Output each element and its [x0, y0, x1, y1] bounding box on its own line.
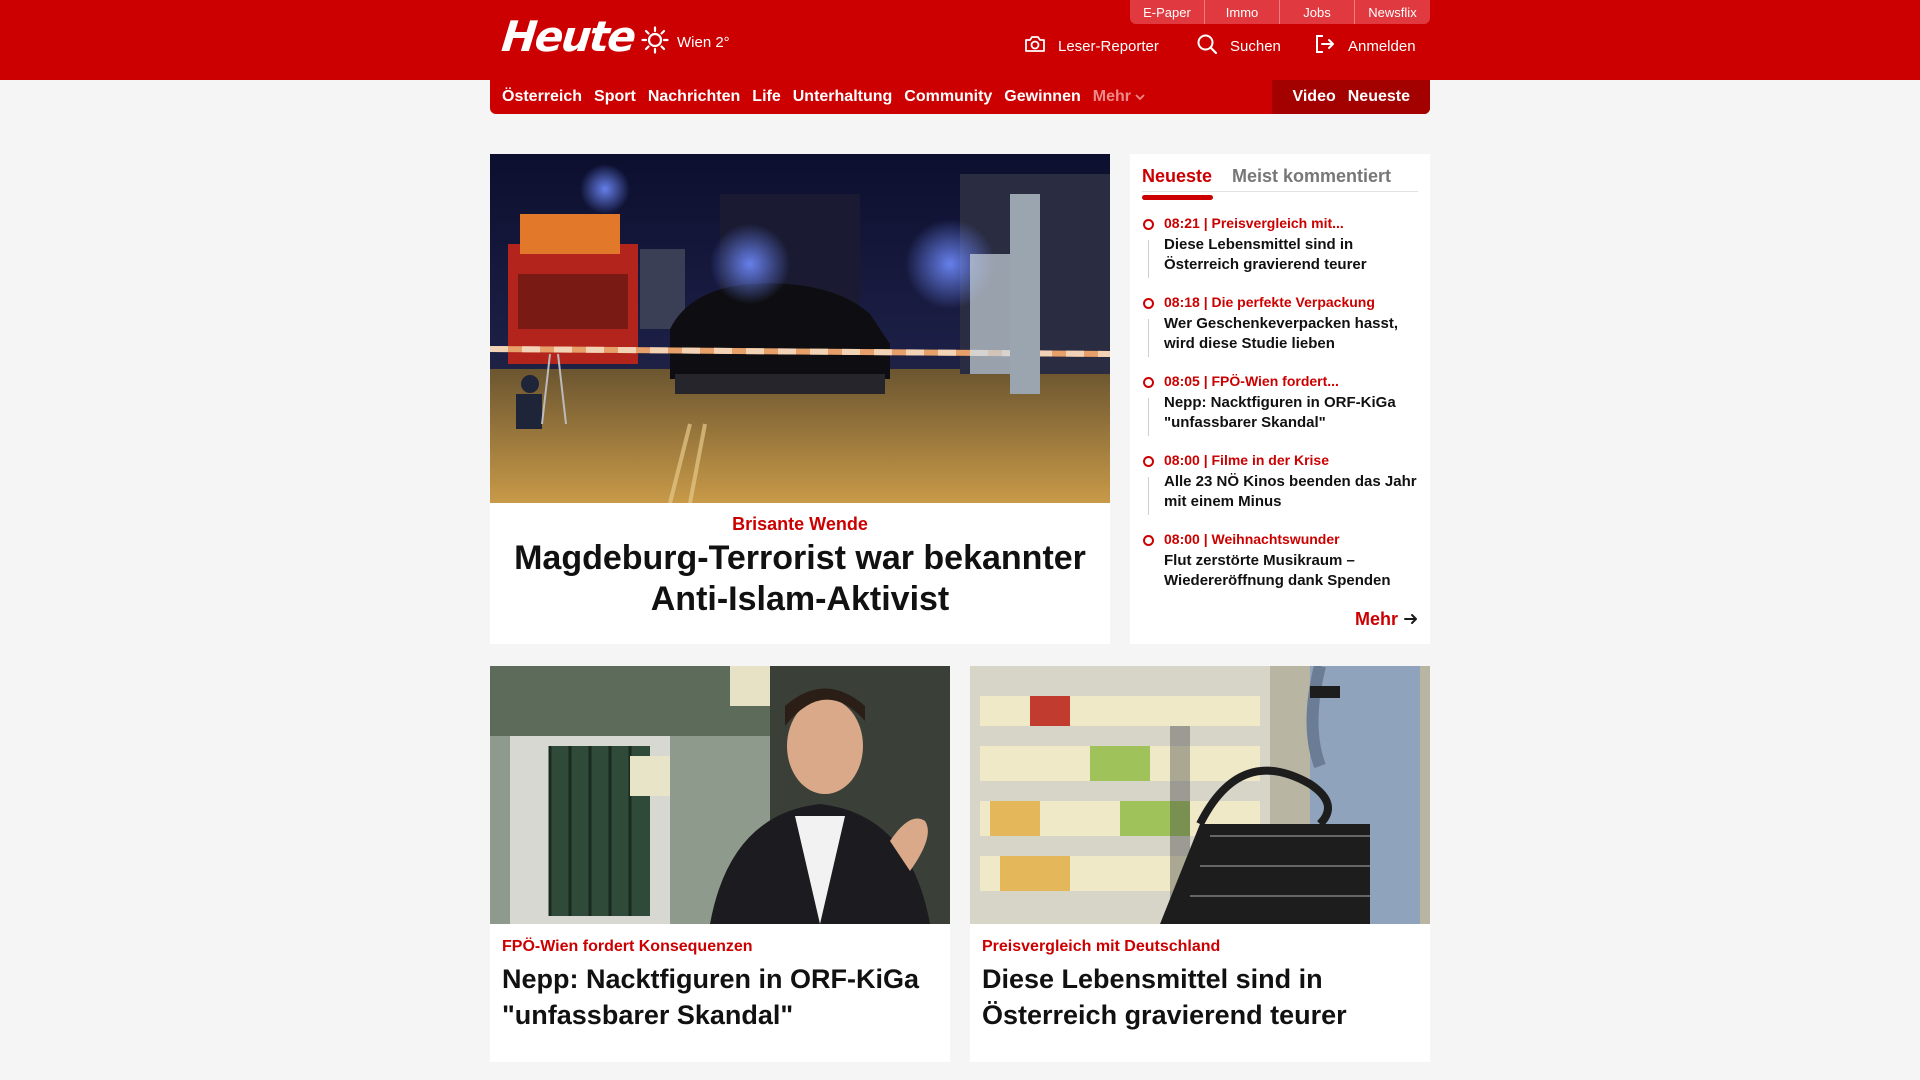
service-tabs: E-Paper Immo Jobs Newsflix: [1130, 0, 1430, 24]
article-card[interactable]: Preisvergleich mit Deutschland Diese Leb…: [970, 666, 1430, 1062]
card-headline[interactable]: Nepp: Nacktfiguren in ORF-KiGa "unfassba…: [502, 961, 932, 1033]
timeline-dot: [1143, 456, 1154, 467]
news-ticker: 08:21 | Preisvergleich mit... Diese Lebe…: [1142, 214, 1422, 609]
leser-reporter-label: Leser-Reporter: [1058, 37, 1159, 55]
hero-article[interactable]: Brisante Wende Magdeburg-Terrorist war b…: [490, 154, 1110, 644]
nav-item-community[interactable]: Community: [904, 88, 992, 106]
more-news-label: Mehr: [1354, 609, 1398, 629]
camera-icon: [1024, 34, 1046, 58]
search-button[interactable]: Suchen: [1196, 34, 1281, 58]
nav-right-group: Video Neueste: [1272, 80, 1430, 114]
ticker-title[interactable]: Nepp: Nacktfiguren in ORF-KiGa "unfassba…: [1164, 393, 1422, 433]
ticker-title[interactable]: Flut zerstörte Musikraum – Wiedereröffnu…: [1164, 551, 1422, 591]
timeline-dot: [1143, 377, 1154, 388]
service-tab-jobs[interactable]: Jobs: [1280, 0, 1355, 24]
ticker-title[interactable]: Wer Geschenkeverpacken hasst, wird diese…: [1164, 314, 1422, 354]
ticker-item[interactable]: 08:00 | Filme in der Krise Alle 23 NÖ Ki…: [1142, 451, 1422, 530]
login-icon: [1314, 34, 1336, 58]
leser-reporter-button[interactable]: Leser-Reporter: [1024, 34, 1159, 58]
more-news-link[interactable]: Mehr: [1355, 609, 1418, 630]
ticker-meta: 08:00 | Weihnachtswunder: [1164, 531, 1340, 547]
hero-image[interactable]: [490, 154, 1110, 503]
timeline-dot: [1143, 535, 1154, 546]
timeline-line: [1148, 477, 1149, 515]
tab-neueste[interactable]: Neueste: [1142, 166, 1212, 187]
hero-headline[interactable]: Magdeburg-Terrorist war bekannter Anti-I…: [510, 538, 1090, 620]
service-tab-epaper[interactable]: E-Paper: [1130, 0, 1205, 24]
weather-widget[interactable]: Wien 2°: [641, 26, 730, 58]
service-tab-immo[interactable]: Immo: [1205, 0, 1280, 24]
chevron-down-icon: [1135, 88, 1145, 106]
tab-meist-kommentiert[interactable]: Meist kommentiert: [1232, 166, 1391, 187]
timeline-line: [1148, 319, 1149, 357]
nav-item-life[interactable]: Life: [752, 88, 780, 106]
ticker-meta: 08:00 | Filme in der Krise: [1164, 452, 1329, 468]
news-tabs: Neueste Meist kommentiert: [1142, 162, 1418, 200]
ticker-title[interactable]: Alle 23 NÖ Kinos beenden das Jahr mit ei…: [1164, 472, 1422, 512]
timeline-dot: [1143, 298, 1154, 309]
hero-kicker: Brisante Wende: [732, 514, 868, 534]
main-nav: Österreich Sport Nachrichten Life Unterh…: [490, 80, 1430, 114]
nav-item-video[interactable]: Video: [1292, 88, 1335, 106]
ticker-title[interactable]: Diese Lebensmittel sind in Österreich gr…: [1164, 235, 1422, 275]
nav-more-dropdown[interactable]: Mehr: [1093, 88, 1145, 106]
site-header: Heute Wien 2° E-Paper Immo Jobs Newsflix: [0, 0, 1920, 80]
ticker-meta: 08:05 | FPÖ-Wien fordert...: [1164, 373, 1339, 389]
card-kicker: FPÖ-Wien fordert Konsequenzen: [502, 938, 753, 955]
weather-label: Wien 2°: [677, 33, 730, 51]
nav-item-gewinnen[interactable]: Gewinnen: [1004, 88, 1080, 106]
timeline-line: [1148, 398, 1149, 436]
article-card[interactable]: FPÖ-Wien fordert Konsequenzen Nepp: Nack…: [490, 666, 950, 1062]
ticker-item[interactable]: 08:18 | Die perfekte Verpackung Wer Gesc…: [1142, 293, 1422, 372]
card-image-politician[interactable]: [490, 666, 950, 924]
card-image-supermarket[interactable]: [970, 666, 1430, 924]
nav-item-neueste[interactable]: Neueste: [1348, 88, 1410, 106]
latest-news-panel: Neueste Meist kommentiert 08:21 | Preisv…: [1130, 154, 1430, 644]
login-label: Anmelden: [1348, 37, 1416, 55]
ticker-meta: 08:18 | Die perfekte Verpackung: [1164, 294, 1375, 310]
ticker-item[interactable]: 08:00 | Weihnachtswunder Flut zerstörte …: [1142, 530, 1422, 609]
heute-logo[interactable]: Heute: [499, 12, 636, 61]
nav-item-nachrichten[interactable]: Nachrichten: [648, 88, 740, 106]
login-button[interactable]: Anmelden: [1314, 34, 1416, 58]
service-tab-newsflix[interactable]: Newsflix: [1355, 0, 1430, 24]
nav-item-oesterreich[interactable]: Österreich: [502, 88, 582, 106]
card-headline[interactable]: Diese Lebensmittel sind in Österreich gr…: [982, 961, 1412, 1033]
ticker-meta: 08:21 | Preisvergleich mit...: [1164, 215, 1344, 231]
ticker-item[interactable]: 08:05 | FPÖ-Wien fordert... Nepp: Nacktf…: [1142, 372, 1422, 451]
arrow-right-icon: [1404, 609, 1418, 630]
search-icon: [1196, 33, 1218, 59]
sun-icon: [641, 26, 669, 58]
search-label: Suchen: [1230, 37, 1281, 55]
nav-item-sport[interactable]: Sport: [594, 88, 636, 106]
nav-item-unterhaltung[interactable]: Unterhaltung: [793, 88, 893, 106]
nav-more-label: Mehr: [1092, 88, 1131, 105]
ticker-item[interactable]: 08:21 | Preisvergleich mit... Diese Lebe…: [1142, 214, 1422, 293]
timeline-dot: [1143, 219, 1154, 230]
card-kicker: Preisvergleich mit Deutschland: [982, 938, 1221, 955]
timeline-line: [1148, 240, 1149, 278]
active-tab-indicator: [1142, 195, 1213, 200]
